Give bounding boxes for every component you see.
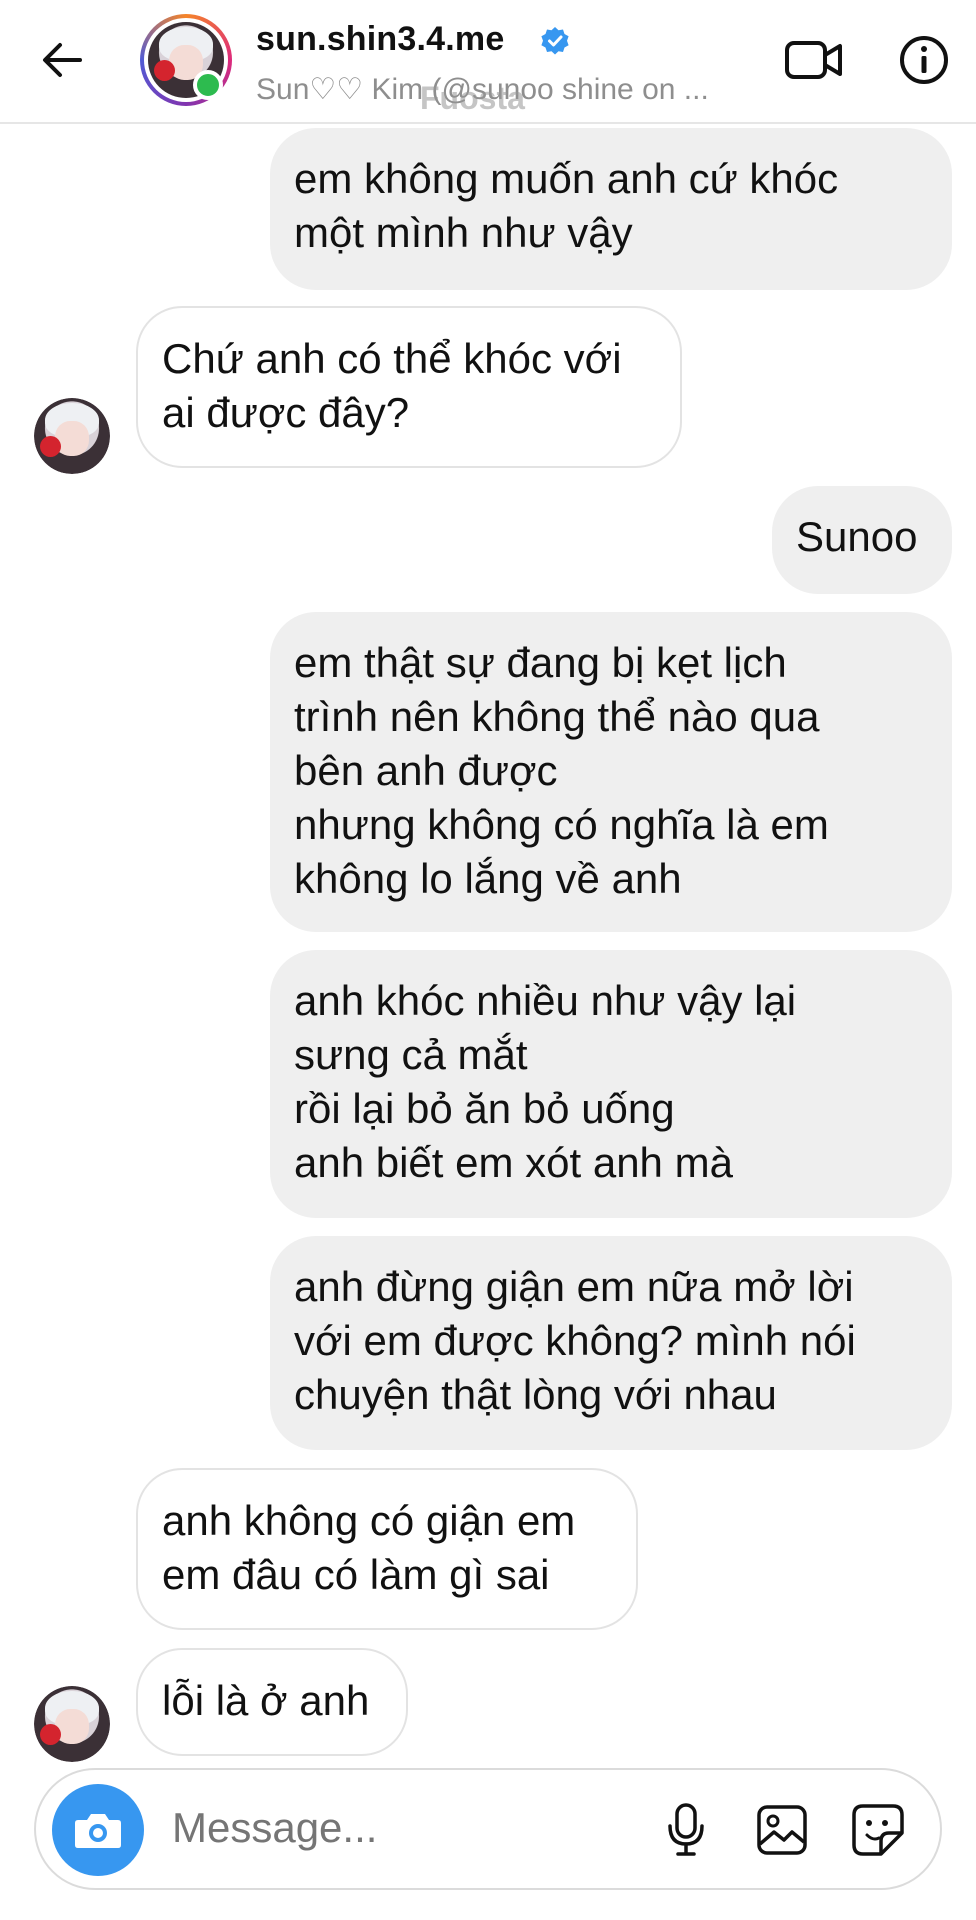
- message-composer: [34, 1768, 942, 1890]
- gallery-button[interactable]: [752, 1800, 812, 1860]
- chat-header: sun.shin3.4.me Sun♡♡ Kim (@sunoo shine o…: [0, 0, 976, 124]
- watermark: Fuosta: [420, 80, 525, 116]
- info-button[interactable]: [892, 28, 956, 92]
- back-button[interactable]: [34, 32, 90, 88]
- message-bubble-received[interactable]: anh không có giận em em đâu có làm gì sa…: [136, 1468, 638, 1630]
- message-bubble-sent[interactable]: em không muốn anh cứ khóc một mình như v…: [270, 128, 952, 290]
- message-bubble-received[interactable]: lỗi là ở anh: [136, 1648, 408, 1756]
- camera-icon: [75, 1814, 121, 1848]
- arrow-left-icon: [43, 43, 82, 77]
- message-bubble-sent[interactable]: anh đừng giận em nữa mở lời với em được …: [270, 1236, 952, 1450]
- video-call-button[interactable]: [782, 28, 846, 92]
- online-status-indicator: [193, 70, 223, 100]
- sender-avatar[interactable]: [34, 1686, 110, 1762]
- microphone-icon: [668, 1803, 704, 1856]
- sticker-button[interactable]: [848, 1800, 908, 1860]
- message-input[interactable]: [172, 1804, 632, 1852]
- sticker-icon: [852, 1804, 904, 1856]
- sender-avatar[interactable]: [34, 398, 110, 474]
- message-bubble-sent[interactable]: anh khóc nhiều như vậy lại sưng cả mắt r…: [270, 950, 952, 1218]
- camera-button[interactable]: [52, 1784, 144, 1876]
- video-call-icon: [785, 41, 842, 79]
- message-bubble-sent[interactable]: Sunoo: [772, 486, 952, 594]
- verified-badge-icon: [541, 27, 569, 55]
- info-icon: [900, 36, 948, 84]
- message-bubble-received[interactable]: Chứ anh có thể khóc với ai được đây?: [136, 306, 682, 468]
- voice-message-button[interactable]: [656, 1800, 716, 1860]
- chat-username[interactable]: sun.shin3.4.me: [256, 20, 504, 59]
- message-bubble-sent[interactable]: em thật sự đang bị kẹt lịch trình nên kh…: [270, 612, 952, 932]
- image-icon: [757, 1805, 807, 1855]
